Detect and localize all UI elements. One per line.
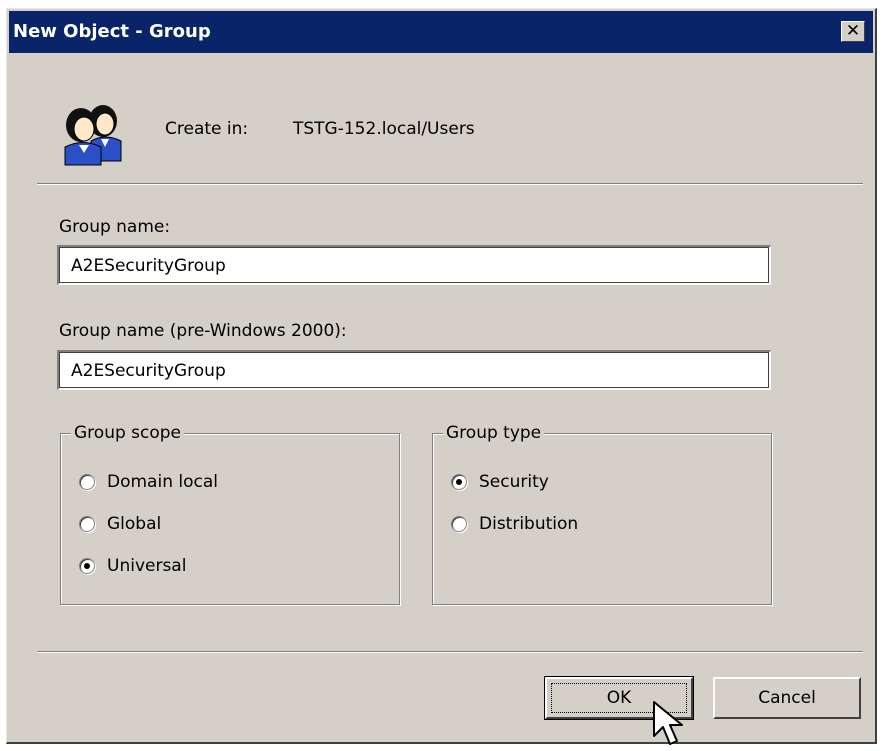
radio-label: Domain local [107,472,218,492]
pre2000-name-input[interactable] [57,350,771,390]
close-icon: ✕ [845,21,861,41]
title-bar[interactable]: New Object - Group ✕ [9,11,873,53]
new-object-group-dialog: New Object - Group ✕ Create in: TSTG-152… [6,8,877,744]
radio-button-icon[interactable] [79,558,95,574]
cancel-button-label: Cancel [758,688,816,708]
close-button[interactable]: ✕ [841,21,865,42]
radio-label: Universal [107,556,187,576]
radio-label: Global [107,514,162,534]
create-in-path: TSTG-152.local/Users [293,119,475,139]
group-scope-legend: Group scope [71,423,185,443]
group-type-box: Group type Security Distribution [432,423,772,605]
pre2000-name-label: Group name (pre-Windows 2000): [59,321,347,341]
separator-top [37,183,863,185]
group-scope-box: Group scope Domain local Global Universa… [60,423,400,605]
group-name-input[interactable] [57,245,771,285]
window-title: New Object - Group [13,21,211,42]
group-name-label: Group name: [59,217,171,237]
separator-bottom [37,651,863,653]
radio-button-icon[interactable] [79,474,95,490]
radio-button-icon[interactable] [451,474,467,490]
radio-button-icon[interactable] [79,516,95,532]
mouse-pointer-icon [653,701,683,745]
radio-label: Distribution [479,514,579,534]
group-type-legend: Group type [443,423,545,443]
radio-label: Security [479,472,549,492]
radio-button-icon[interactable] [451,516,467,532]
cancel-button[interactable]: Cancel [713,677,861,719]
create-in-label: Create in: [165,119,249,139]
group-users-icon [64,105,122,166]
